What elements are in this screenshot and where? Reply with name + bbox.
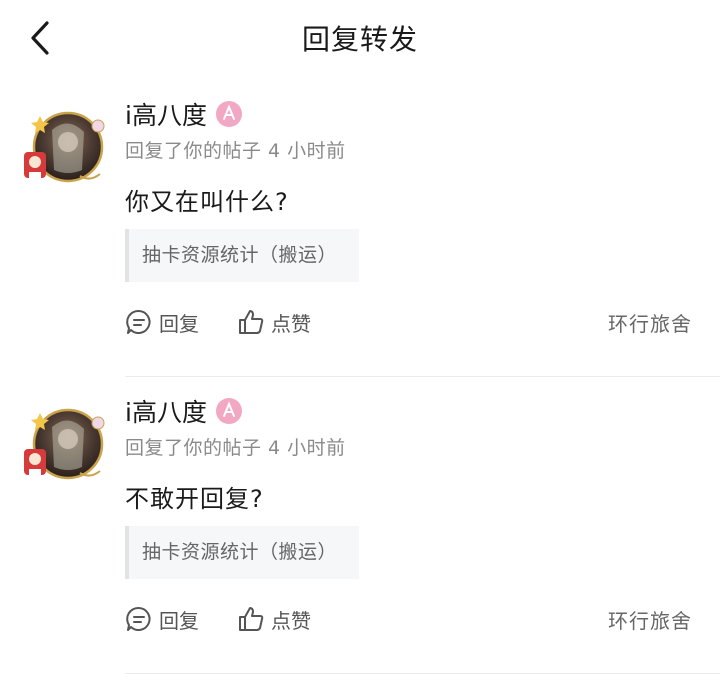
user-name[interactable]: i高八度 — [125, 96, 207, 132]
user-row: i高八度 — [125, 96, 243, 132]
reply-label: 回复 — [159, 608, 199, 633]
divider — [125, 673, 720, 674]
quoted-post[interactable]: 抽卡资源统计（搬运） — [125, 526, 359, 579]
user-name[interactable]: i高八度 — [125, 393, 207, 429]
avatar[interactable] — [20, 110, 108, 190]
avatar[interactable] — [20, 407, 108, 487]
board-link[interactable]: 环行旅舍 — [608, 605, 692, 634]
reply-button[interactable]: 回复 — [125, 308, 199, 337]
thumbs-up-icon — [239, 607, 264, 631]
page-title: 回复转发 — [301, 23, 418, 56]
user-row: i高八度 — [125, 393, 243, 429]
reply-content: 不敢开回复? — [125, 485, 264, 513]
like-label: 点赞 — [271, 311, 311, 336]
pink-badge-icon — [215, 101, 242, 127]
reply-meta: 回复了你的帖子 4 小时前 — [125, 140, 346, 162]
reply-meta: 回复了你的帖子 4 小时前 — [125, 437, 346, 459]
reply-button[interactable]: 回复 — [125, 605, 199, 634]
board-link[interactable]: 环行旅舍 — [608, 308, 692, 337]
pink-badge-icon — [215, 398, 242, 424]
action-bar: 回复 点赞 环行旅舍 — [125, 599, 692, 639]
action-bar: 回复 点赞 环行旅舍 — [125, 302, 692, 342]
notification-item[interactable]: i高八度 回复了你的帖子 4 小时前 不敢开回复? 抽卡资源统计（搬运） 回复 … — [0, 377, 720, 674]
comment-icon — [126, 606, 151, 631]
quoted-post[interactable]: 抽卡资源统计（搬运） — [125, 229, 359, 282]
top-bar: 回复转发 — [0, 0, 720, 78]
like-button[interactable]: 点赞 — [237, 605, 311, 634]
like-button[interactable]: 点赞 — [237, 308, 311, 337]
reply-label: 回复 — [159, 311, 199, 336]
reply-content: 你又在叫什么? — [125, 188, 289, 216]
thumbs-up-icon — [239, 310, 264, 334]
comment-icon — [126, 309, 151, 334]
notification-item[interactable]: i高八度 回复了你的帖子 4 小时前 你又在叫什么? 抽卡资源统计（搬运） 回复… — [0, 80, 720, 377]
like-label: 点赞 — [271, 608, 311, 633]
